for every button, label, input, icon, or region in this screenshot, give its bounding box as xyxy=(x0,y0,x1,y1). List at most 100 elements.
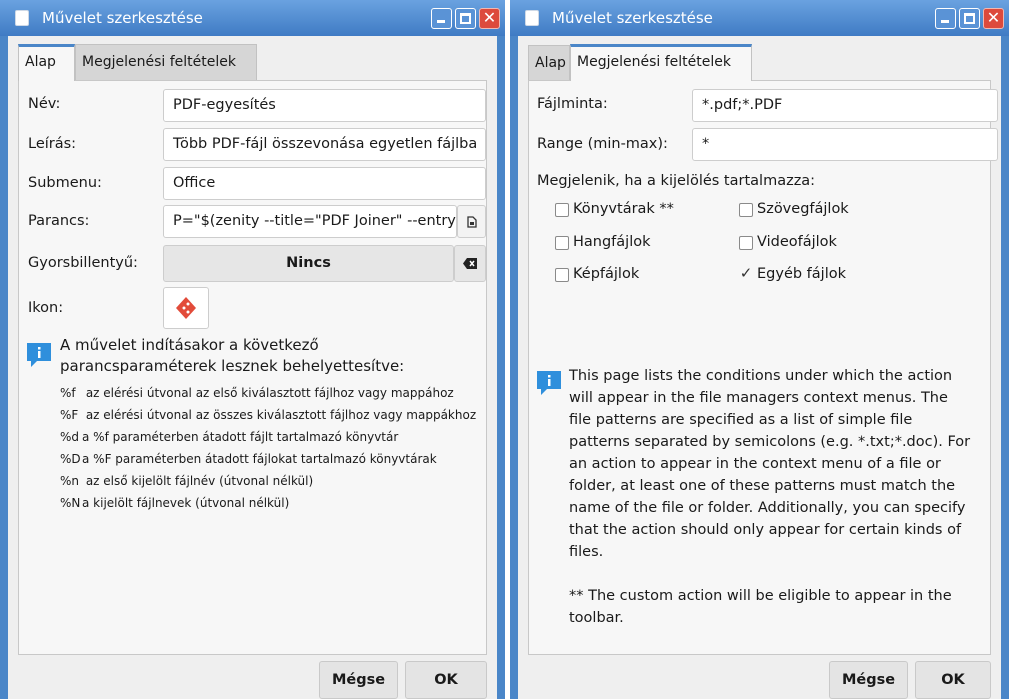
action-icon-button[interactable] xyxy=(163,287,209,329)
param-code: %N xyxy=(60,496,81,510)
param-code: %F xyxy=(60,408,79,422)
file-pattern-label: Fájlminta: xyxy=(537,96,608,112)
window-app-icon xyxy=(15,10,29,26)
left-client-area: Alap Megjelenési feltételek Név: PDF-egy… xyxy=(8,36,497,699)
help-line: toolbar. xyxy=(569,610,624,626)
help-line: patterns separated by semicolons (e.g. *… xyxy=(569,434,971,450)
ok-button[interactable]: OK xyxy=(915,661,991,699)
info-icon xyxy=(537,371,561,395)
right-dialog-window: Művelet szerkesztése ✕ Alap Megjelenési … xyxy=(510,0,1009,699)
submenu-field[interactable]: Office xyxy=(163,167,486,200)
checkbox-label: Könyvtárak ** xyxy=(573,201,674,217)
help-line: file patterns are specified as a list of… xyxy=(569,412,913,428)
conditions-tab-page: Fájlminta: *.pdf;*.PDF Range (min-max): … xyxy=(528,80,998,655)
maximize-icon xyxy=(460,13,471,24)
name-label: Név: xyxy=(28,96,61,112)
tab-megjelenesi-feltetelek[interactable]: Megjelenési feltételek xyxy=(75,44,257,80)
file-pattern-field[interactable]: *.pdf;*.PDF xyxy=(692,89,998,122)
maximize-icon xyxy=(964,13,975,24)
checkbox-label: Szövegfájlok xyxy=(757,201,849,217)
description-label: Leírás: xyxy=(28,136,77,152)
param-desc: a %F paraméterben átadott fájlokat tarta… xyxy=(82,452,437,466)
checkbox-label: Videofájlok xyxy=(757,234,837,250)
shortcut-label: Gyorsbillentyű: xyxy=(28,255,138,271)
left-titlebar[interactable]: Művelet szerkesztése ✕ xyxy=(0,0,505,36)
help-text: This page lists the conditions under whi… xyxy=(569,365,970,629)
document-open-icon xyxy=(466,216,477,228)
checkbox-label: Hangfájlok xyxy=(573,234,651,250)
checkbox-label: Képfájlok xyxy=(573,266,640,282)
param-desc: az elérési útvonal az összes kiválasztot… xyxy=(82,408,477,422)
checkbox-box[interactable] xyxy=(739,236,753,250)
minimize-icon xyxy=(437,20,445,23)
close-button[interactable]: ✕ xyxy=(983,8,1004,29)
description-field[interactable]: Több PDF-fájl összevonása egyetlen fájlb… xyxy=(163,128,486,161)
close-icon: ✕ xyxy=(482,8,497,27)
param-desc: a %f paraméterben átadott fájlt tartalma… xyxy=(82,430,399,444)
param-desc: az első kijelölt fájlnév (útvonal nélkül… xyxy=(82,474,314,488)
appears-label: Megjelenik, ha a kijelölés tartalmazza: xyxy=(537,173,816,189)
left-dialog-window: Művelet szerkesztése ✕ Alap Megjelenési … xyxy=(0,0,505,699)
alap-tab-page: Név: PDF-egyesítés Leírás: Több PDF-fájl… xyxy=(18,80,487,655)
window-title: Művelet szerkesztése xyxy=(42,9,203,27)
help-line: that the action should only appear for c… xyxy=(569,522,962,538)
param-row: %d a %f paraméterben átadott fájlt tartal… xyxy=(60,430,398,444)
icon-label: Ikon: xyxy=(28,300,64,316)
checkbox-box[interactable] xyxy=(739,203,753,217)
range-label: Range (min-max): xyxy=(537,136,668,152)
backspace-clear-icon xyxy=(463,258,477,269)
param-row: %f az elérési útvonal az első kiválaszto… xyxy=(60,386,454,400)
cancel-button[interactable]: Mégse xyxy=(829,661,908,699)
param-desc: az elérési útvonal az első kiválasztott … xyxy=(82,386,454,400)
maximize-button[interactable] xyxy=(455,8,476,29)
close-icon: ✕ xyxy=(986,8,1001,27)
help-line: ** The custom action will be eligible to… xyxy=(569,588,952,604)
minimize-button[interactable] xyxy=(935,8,956,29)
help-line xyxy=(569,563,970,585)
range-field[interactable]: * xyxy=(692,128,998,161)
right-client-area: Alap Megjelenési feltételek Fájlminta: *… xyxy=(518,36,1001,699)
command-field[interactable]: P="$(zenity --title="PDF Joiner" --entry… xyxy=(163,205,457,238)
checkbox-label: Egyéb fájlok xyxy=(757,266,846,282)
param-row: %n az első kijelölt fájlnév (útvonal nél… xyxy=(60,474,313,488)
param-code: %f xyxy=(60,386,76,400)
info-icon xyxy=(27,343,51,367)
param-row: %F az elérési útvonal az összes kiválasz… xyxy=(60,408,476,422)
file-chooser-button[interactable] xyxy=(457,205,486,238)
clear-shortcut-button[interactable] xyxy=(454,245,486,282)
name-field[interactable]: PDF-egyesítés xyxy=(163,89,486,122)
checkmark-icon[interactable]: ✓ xyxy=(739,266,753,281)
window-title: Művelet szerkesztése xyxy=(552,9,713,27)
checkbox-box[interactable] xyxy=(555,236,569,250)
help-line: files. xyxy=(569,544,604,560)
ruby-gem-icon xyxy=(176,297,196,319)
command-label: Parancs: xyxy=(28,213,90,229)
shortcut-button[interactable]: Nincs xyxy=(163,245,454,282)
tab-alap[interactable]: Alap xyxy=(528,45,570,81)
tab-alap[interactable]: Alap xyxy=(18,44,75,81)
info-heading-line1: A művelet indításakor a következő xyxy=(60,336,319,354)
submenu-label: Submenu: xyxy=(28,175,102,191)
checkbox-box[interactable] xyxy=(555,268,569,282)
param-desc: a kijelölt fájlnevek (útvonal nélkül) xyxy=(82,496,290,510)
minimize-icon xyxy=(941,20,949,23)
info-heading-line2: parancsparaméterek lesznek behelyettesít… xyxy=(60,357,405,375)
help-line: will appear in the file managers context… xyxy=(569,390,948,406)
maximize-button[interactable] xyxy=(959,8,980,29)
window-app-icon xyxy=(525,10,539,26)
minimize-button[interactable] xyxy=(431,8,452,29)
checkbox-box[interactable] xyxy=(555,203,569,217)
right-titlebar[interactable]: Művelet szerkesztése ✕ xyxy=(510,0,1009,36)
param-code: %n xyxy=(60,474,80,488)
param-code: %D xyxy=(60,452,81,466)
tab-megjelenesi-feltetelek[interactable]: Megjelenési feltételek xyxy=(570,44,752,81)
close-button[interactable]: ✕ xyxy=(479,8,500,29)
help-line: an action to appear in the context menu … xyxy=(569,456,941,472)
param-row: %N a kijelölt fájlnevek (útvonal nélkül) xyxy=(60,496,289,510)
param-row: %Da %F paraméterben átadott fájlokat tar… xyxy=(60,452,437,466)
info-heading: A művelet indításakor a következő paranc… xyxy=(60,335,404,377)
help-line: This page lists the conditions under whi… xyxy=(569,368,953,384)
cancel-button[interactable]: Mégse xyxy=(319,661,398,699)
help-line: folder, at least one of these patterns m… xyxy=(569,478,956,494)
ok-button[interactable]: OK xyxy=(405,661,487,699)
